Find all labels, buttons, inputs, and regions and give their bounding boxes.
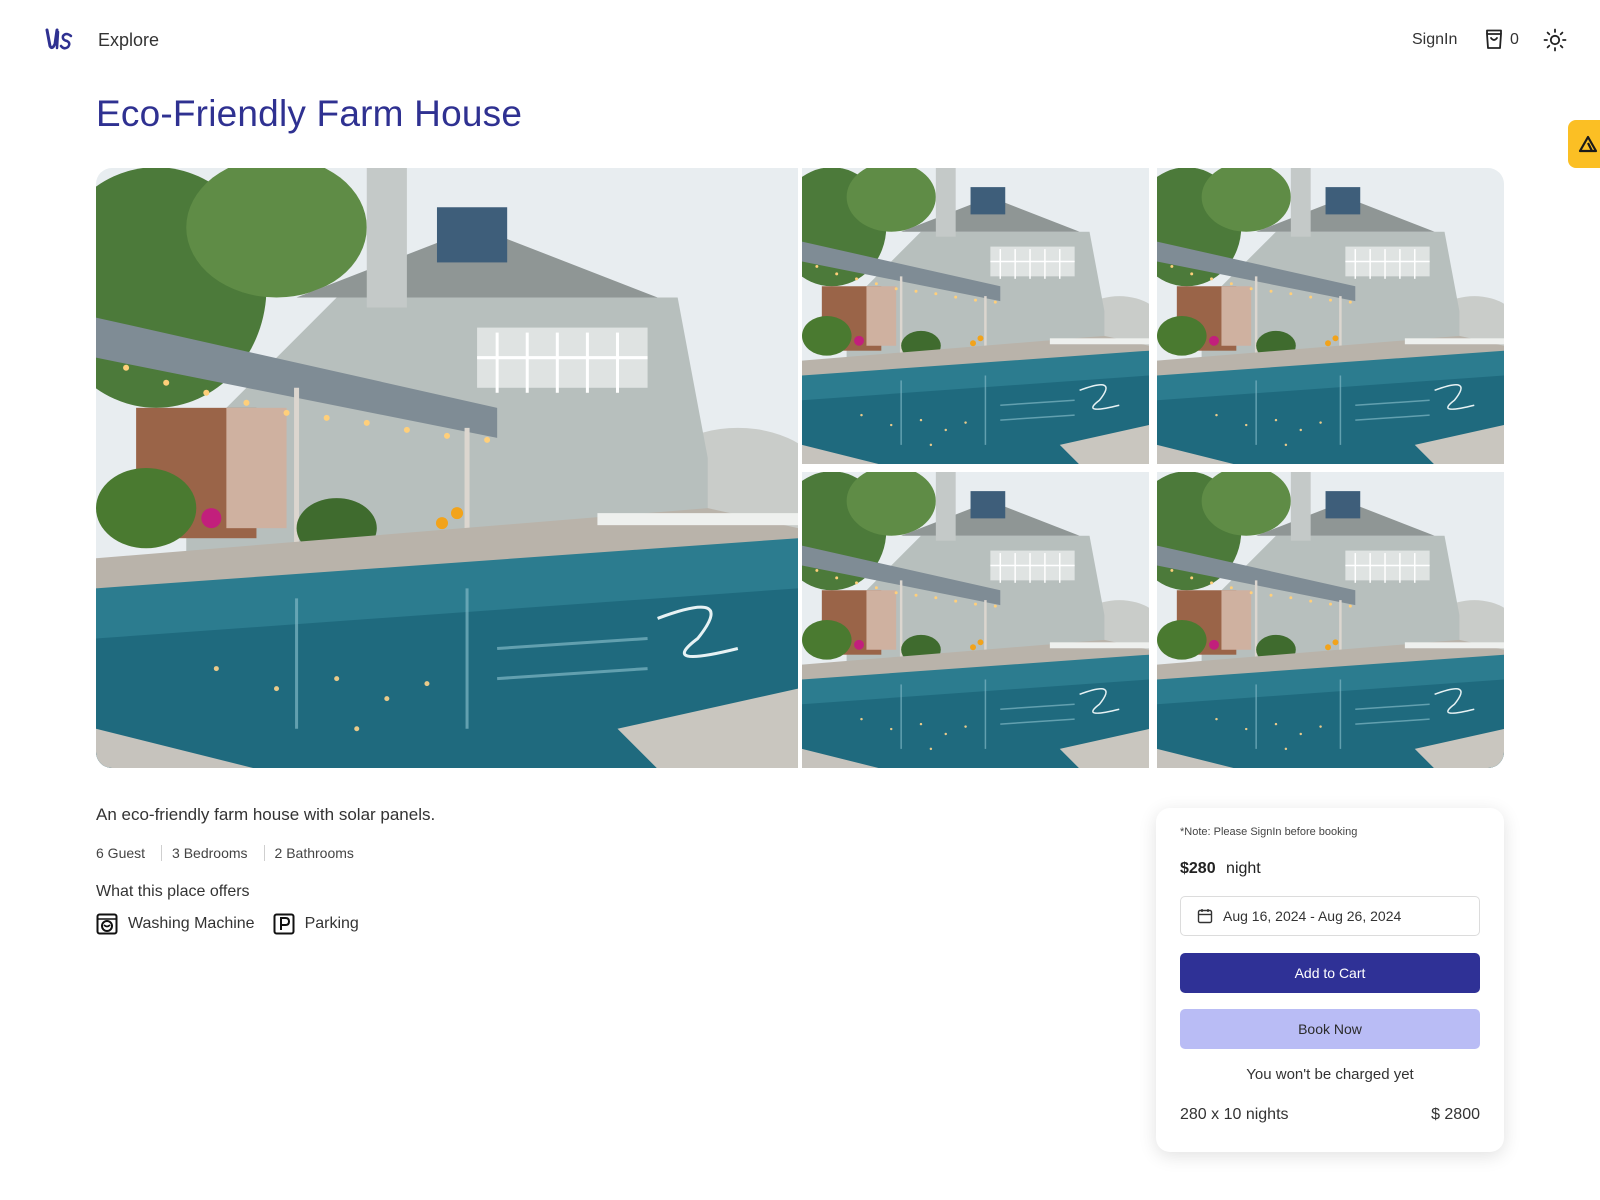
gallery-photo-2[interactable] bbox=[802, 168, 1149, 464]
brand-logo[interactable] bbox=[44, 26, 74, 54]
amenity-label: Washing Machine bbox=[128, 915, 255, 932]
signin-link[interactable]: SignIn bbox=[1412, 31, 1457, 49]
side-widget-tab[interactable] bbox=[1568, 120, 1600, 168]
nav-explore-link[interactable]: Explore bbox=[98, 30, 159, 51]
triangle-logo-icon bbox=[1578, 135, 1598, 153]
cart-count: 0 bbox=[1510, 31, 1519, 48]
gallery-photo-3[interactable] bbox=[1157, 168, 1504, 464]
calendar-icon bbox=[1197, 909, 1213, 924]
charge-notice: You won't be charged yet bbox=[1246, 1066, 1414, 1083]
stat-bathrooms: 2 Bathrooms bbox=[263, 845, 370, 861]
add-to-cart-button[interactable]: Add to Cart bbox=[1180, 953, 1480, 993]
parking-icon bbox=[273, 913, 295, 935]
gallery-photo-5[interactable] bbox=[1157, 472, 1504, 768]
amenity-washing-machine: Washing Machine bbox=[96, 913, 255, 935]
stat-guests: 6 Guest bbox=[96, 845, 146, 861]
gallery-photo-main[interactable] bbox=[96, 168, 798, 768]
sun-icon[interactable] bbox=[1543, 28, 1569, 54]
total-breakdown: 280 x 10 nights bbox=[1180, 1106, 1289, 1123]
photo-gallery bbox=[96, 168, 1504, 768]
signin-note: *Note: Please SignIn before booking bbox=[1180, 826, 1358, 838]
amenity-parking: Parking bbox=[273, 913, 359, 935]
price-unit: night bbox=[1226, 860, 1261, 877]
price-per-night: $280 night bbox=[1180, 860, 1261, 878]
price-value: $280 bbox=[1180, 860, 1216, 877]
listing-description: An eco-friendly farm house with solar pa… bbox=[96, 805, 436, 824]
amenities-list: Washing Machine Parking bbox=[96, 913, 377, 935]
date-range-value: Aug 16, 2024 - Aug 26, 2024 bbox=[1223, 908, 1402, 924]
total-amount: $ 2800 bbox=[1431, 1106, 1480, 1123]
book-now-button[interactable]: Book Now bbox=[1180, 1009, 1480, 1049]
booking-card: *Note: Please SignIn before booking $280… bbox=[1156, 808, 1504, 1152]
date-range-picker[interactable]: Aug 16, 2024 - Aug 26, 2024 bbox=[1180, 896, 1480, 936]
amenity-label: Parking bbox=[304, 915, 359, 932]
stat-bedrooms: 3 Bedrooms bbox=[161, 845, 263, 861]
top-nav: Explore SignIn 0 bbox=[0, 0, 1600, 82]
washing-machine-icon bbox=[96, 913, 118, 935]
listing-stats: 6 Guest 3 Bedrooms 2 Bathrooms bbox=[96, 845, 370, 861]
offers-heading: What this place offers bbox=[96, 883, 250, 900]
cart-icon[interactable] bbox=[1482, 27, 1508, 53]
listing-title: Eco-Friendly Farm House bbox=[96, 93, 523, 134]
gallery-photo-4[interactable] bbox=[802, 472, 1149, 768]
